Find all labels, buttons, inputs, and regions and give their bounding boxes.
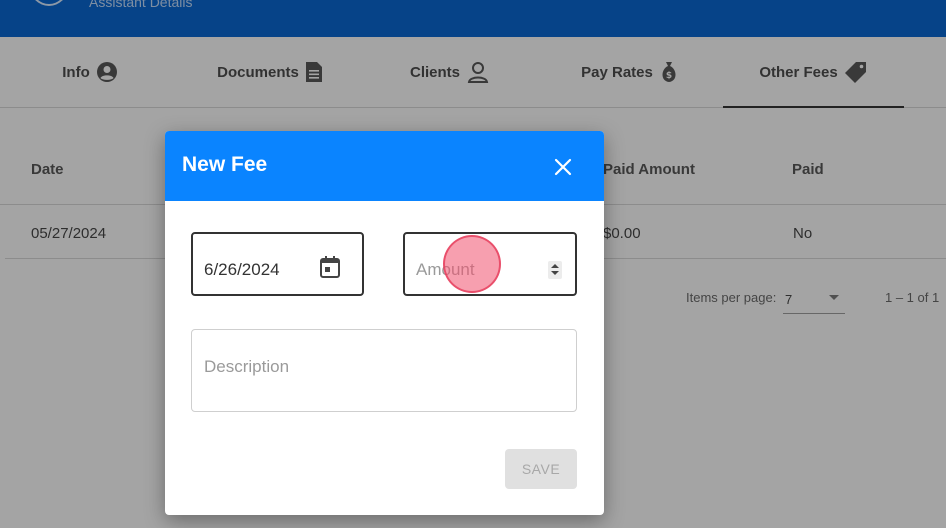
- amount-placeholder: Amount: [416, 260, 475, 279]
- date-field-value: 6/26/2024: [204, 260, 280, 279]
- save-button[interactable]: SAVE: [505, 449, 577, 489]
- calendar-icon[interactable]: [319, 255, 341, 279]
- amount-stepper[interactable]: [548, 261, 562, 279]
- stepper-up-icon[interactable]: [551, 264, 559, 268]
- dialog-title: New Fee: [182, 153, 268, 176]
- amount-field[interactable]: Amount: [403, 232, 577, 296]
- new-fee-dialog: New Fee 6/26/2024 Amount Description SAV…: [165, 131, 604, 515]
- stepper-down-icon[interactable]: [551, 271, 559, 275]
- close-button[interactable]: [551, 155, 575, 179]
- dialog-header: New Fee: [165, 131, 604, 201]
- date-field[interactable]: 6/26/2024: [191, 232, 364, 296]
- close-icon: [554, 158, 572, 176]
- description-field[interactable]: Description: [191, 329, 577, 412]
- description-placeholder: Description: [204, 357, 290, 376]
